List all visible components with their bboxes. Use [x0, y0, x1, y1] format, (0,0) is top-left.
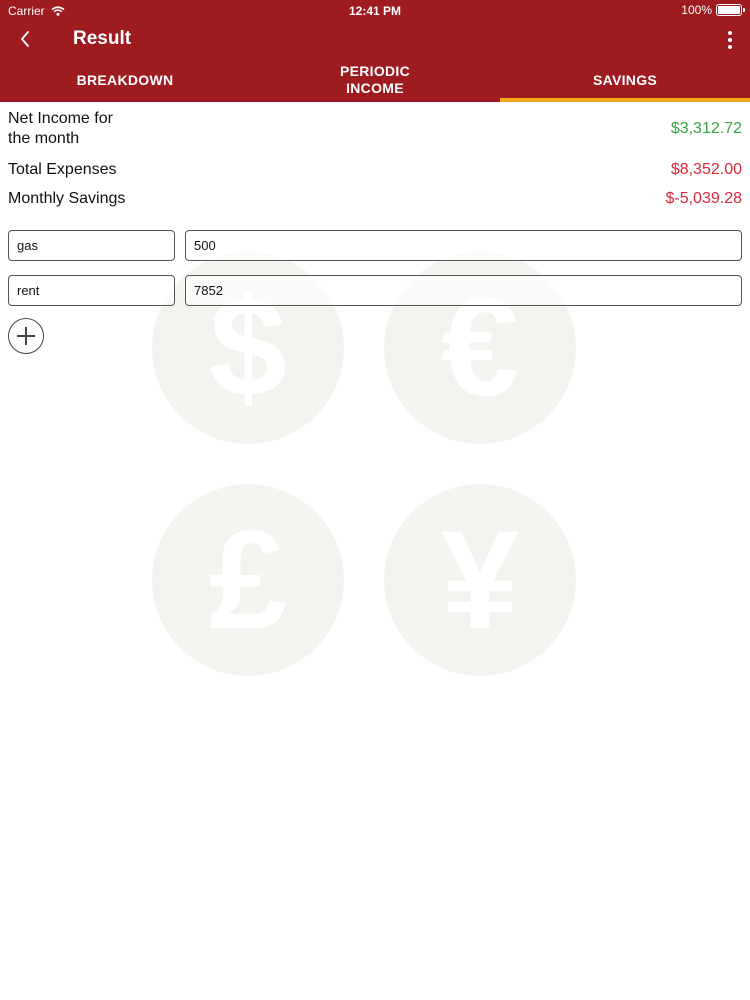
tab-savings[interactable]: SAVINGS [500, 58, 750, 102]
battery-percent: 100% [681, 3, 712, 17]
expense-amount-field[interactable] [185, 275, 742, 306]
total-expenses-value: $8,352.00 [670, 161, 742, 178]
page-title: Result [73, 28, 132, 49]
total-expenses-label: Total Expenses [8, 161, 117, 178]
add-expense-button[interactable] [8, 318, 44, 354]
expense-name-field[interactable] [8, 275, 175, 306]
net-income-row: Net Income for the month $3,312.72 [8, 109, 742, 149]
monthly-savings-row: Monthly Savings $-5,039.28 [8, 189, 742, 209]
battery-icon [716, 4, 745, 16]
net-income-label: Net Income for the month [8, 110, 113, 147]
vertical-ellipsis-icon [728, 31, 732, 35]
navigation-bar: Result [0, 22, 750, 58]
currency-watermark: $ € £ ¥ [152, 252, 576, 676]
tab-breakdown[interactable]: BREAKDOWN [0, 58, 250, 102]
expense-amount-field[interactable] [185, 230, 742, 261]
header: Carrier 12:41 PM 100% Result BREAKDOWN P… [0, 0, 750, 102]
net-income-value: $3,312.72 [670, 120, 742, 137]
total-expenses-row: Total Expenses $8,352.00 [8, 160, 742, 180]
more-options-button[interactable] [720, 26, 740, 54]
tab-bar: BREAKDOWN PERIODIC INCOME SAVINGS [0, 58, 750, 102]
chevron-left-icon [21, 31, 29, 47]
expense-name-field[interactable] [8, 230, 175, 261]
back-button[interactable] [10, 24, 40, 54]
monthly-savings-value: $-5,039.28 [665, 190, 742, 207]
battery: 100% [681, 3, 745, 17]
tab-periodic-income[interactable]: PERIODIC INCOME [250, 58, 500, 102]
pound-icon: £ [209, 501, 287, 658]
yen-icon: ¥ [441, 501, 519, 658]
monthly-savings-label: Monthly Savings [8, 190, 126, 207]
status-time: 12:41 PM [348, 4, 402, 18]
status-bar: Carrier 12:41 PM 100% [0, 0, 750, 22]
